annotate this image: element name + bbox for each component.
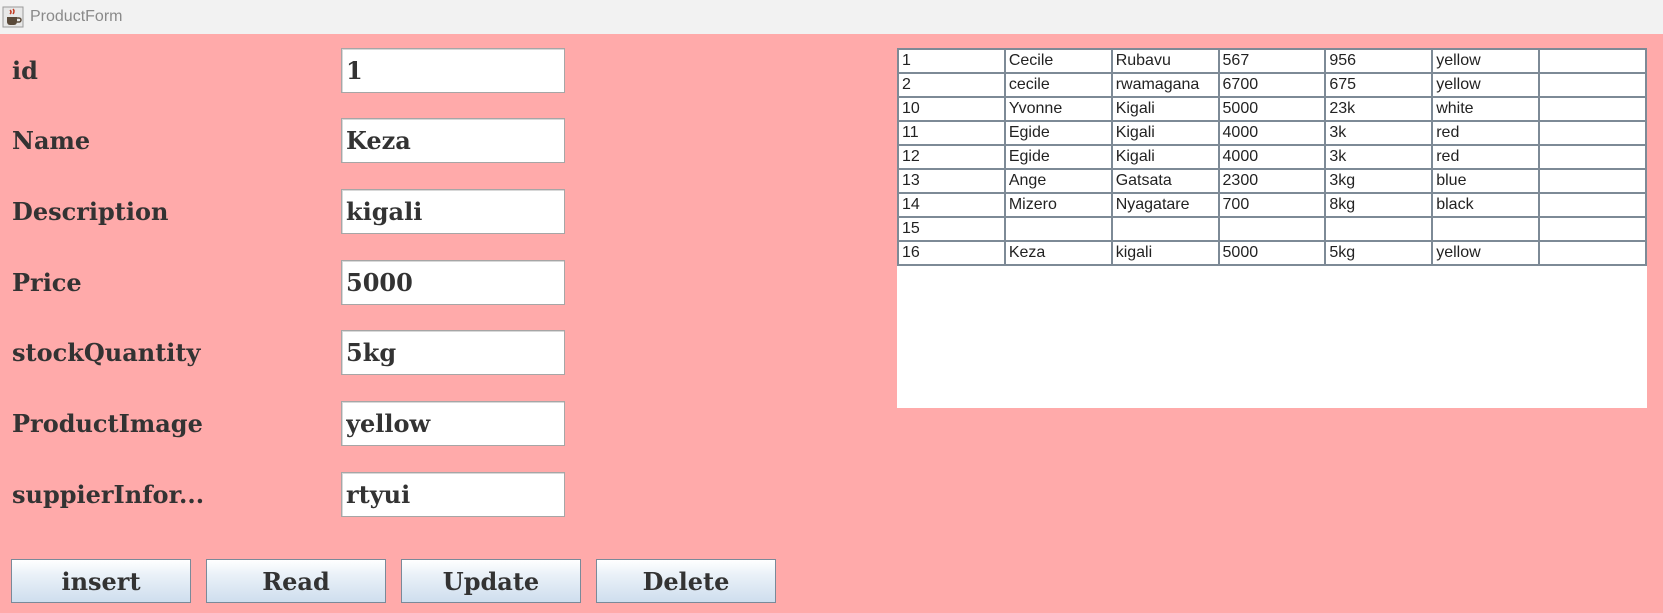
table-cell[interactable]: kigali: [1110, 240, 1220, 266]
table-cell[interactable]: 10: [897, 96, 1006, 122]
table-cell[interactable]: cecile: [1003, 72, 1113, 98]
table-cell[interactable]: 4000: [1217, 120, 1327, 146]
table-cell[interactable]: blue: [1431, 168, 1541, 194]
table-row[interactable]: 10 Yvonne Kigali 5000 23k white: [897, 96, 1647, 122]
table-cell[interactable]: yellow: [1431, 240, 1541, 266]
table-cell[interactable]: 23k: [1324, 96, 1434, 122]
delete-button[interactable]: Delete: [596, 559, 776, 603]
id-input[interactable]: [341, 48, 565, 93]
table-row[interactable]: 15: [897, 216, 1647, 242]
table-cell[interactable]: [1110, 216, 1220, 242]
label-description: Description: [12, 197, 169, 226]
table-cell[interactable]: [1003, 216, 1113, 242]
table-cell[interactable]: red: [1431, 144, 1541, 170]
label-name: Name: [12, 126, 91, 155]
table-cell[interactable]: 12: [897, 144, 1006, 170]
table-cell[interactable]: 5000: [1217, 96, 1327, 122]
table-cell[interactable]: 2: [897, 72, 1006, 98]
table-cell[interactable]: red: [1431, 120, 1541, 146]
table-cell[interactable]: Egide: [1003, 120, 1113, 146]
table-cell[interactable]: 956: [1324, 48, 1434, 74]
table-cell[interactable]: [1538, 168, 1647, 194]
table-cell[interactable]: 4000: [1217, 144, 1327, 170]
table-cell[interactable]: Gatsata: [1110, 168, 1220, 194]
table-cell[interactable]: [1538, 144, 1647, 170]
product-table[interactable]: 1 Cecile Rubavu 567 956 yellow 2 cecile …: [897, 48, 1647, 408]
table-cell[interactable]: 5000: [1217, 240, 1327, 266]
table-row[interactable]: 2 cecile rwamagana 6700 675 yellow: [897, 72, 1647, 98]
table-cell[interactable]: 11: [897, 120, 1006, 146]
label-stock-quantity: stockQuantity: [12, 338, 201, 367]
table-cell[interactable]: 13: [897, 168, 1006, 194]
table-cell[interactable]: 700: [1217, 192, 1327, 218]
table-cell[interactable]: 567: [1217, 48, 1327, 74]
window-title: ProductForm: [30, 8, 123, 25]
table-cell[interactable]: [1538, 240, 1647, 266]
table-cell[interactable]: [1538, 72, 1647, 98]
table-cell[interactable]: [1538, 216, 1647, 242]
table-cell[interactable]: 3kg: [1324, 168, 1434, 194]
table-row[interactable]: 12 Egide Kigali 4000 3k red: [897, 144, 1647, 170]
table-row[interactable]: 11 Egide Kigali 4000 3k red: [897, 120, 1647, 146]
table-cell[interactable]: Rubavu: [1110, 48, 1220, 74]
table-cell[interactable]: Cecile: [1003, 48, 1113, 74]
stock-quantity-input[interactable]: [341, 330, 565, 375]
label-product-image: ProductImage: [12, 409, 203, 438]
table-cell[interactable]: Keza: [1003, 240, 1113, 266]
table-cell[interactable]: 3k: [1324, 144, 1434, 170]
table-cell[interactable]: Mizero: [1003, 192, 1113, 218]
table-cell[interactable]: 1: [897, 48, 1006, 74]
table-cell[interactable]: [1538, 192, 1647, 218]
supplier-info-input[interactable]: [341, 472, 565, 517]
read-button[interactable]: Read: [206, 559, 386, 603]
table-cell[interactable]: black: [1431, 192, 1541, 218]
table-cell[interactable]: 2300: [1217, 168, 1327, 194]
product-image-input[interactable]: [341, 401, 565, 446]
update-button[interactable]: Update: [401, 559, 581, 603]
table-cell[interactable]: [1538, 48, 1647, 74]
label-price: Price: [12, 268, 82, 297]
price-input[interactable]: [341, 260, 565, 305]
table-cell[interactable]: Yvonne: [1003, 96, 1113, 122]
table-row[interactable]: 13 Ange Gatsata 2300 3kg blue: [897, 168, 1647, 194]
table-cell[interactable]: white: [1431, 96, 1541, 122]
table-cell[interactable]: 16: [897, 240, 1006, 266]
table-cell[interactable]: Kigali: [1110, 96, 1220, 122]
product-table-grid: 1 Cecile Rubavu 567 956 yellow 2 cecile …: [897, 48, 1647, 266]
insert-button[interactable]: insert: [11, 559, 191, 603]
table-row[interactable]: 16 Keza kigali 5000 5kg yellow: [897, 240, 1647, 266]
label-id: id: [12, 56, 38, 85]
window-titlebar: ProductForm: [0, 0, 1663, 34]
table-row[interactable]: 1 Cecile Rubavu 567 956 yellow: [897, 48, 1647, 74]
table-cell[interactable]: yellow: [1431, 48, 1541, 74]
table-cell[interactable]: 5kg: [1324, 240, 1434, 266]
table-cell[interactable]: Kigali: [1110, 144, 1220, 170]
table-cell[interactable]: yellow: [1431, 72, 1541, 98]
java-coffee-cup-icon: [2, 6, 24, 28]
product-form-panel: id Name Description Price stockQuantity …: [0, 34, 1663, 613]
table-row[interactable]: 14 Mizero Nyagatare 700 8kg black: [897, 192, 1647, 218]
label-supplier-info: suppierInfor...: [12, 480, 205, 509]
table-cell[interactable]: Egide: [1003, 144, 1113, 170]
table-cell[interactable]: 6700: [1217, 72, 1327, 98]
table-cell[interactable]: [1538, 96, 1647, 122]
table-cell[interactable]: rwamagana: [1110, 72, 1220, 98]
table-cell[interactable]: [1324, 216, 1434, 242]
table-cell[interactable]: [1538, 120, 1647, 146]
table-cell[interactable]: 15: [897, 216, 1006, 242]
table-cell[interactable]: Ange: [1003, 168, 1113, 194]
table-cell[interactable]: 8kg: [1324, 192, 1434, 218]
table-cell[interactable]: Nyagatare: [1110, 192, 1220, 218]
table-cell[interactable]: [1217, 216, 1327, 242]
description-input[interactable]: [341, 189, 565, 234]
table-cell[interactable]: Kigali: [1110, 120, 1220, 146]
name-input[interactable]: [341, 118, 565, 163]
table-cell[interactable]: [1431, 216, 1541, 242]
table-cell[interactable]: 14: [897, 192, 1006, 218]
table-cell[interactable]: 3k: [1324, 120, 1434, 146]
table-cell[interactable]: 675: [1324, 72, 1434, 98]
